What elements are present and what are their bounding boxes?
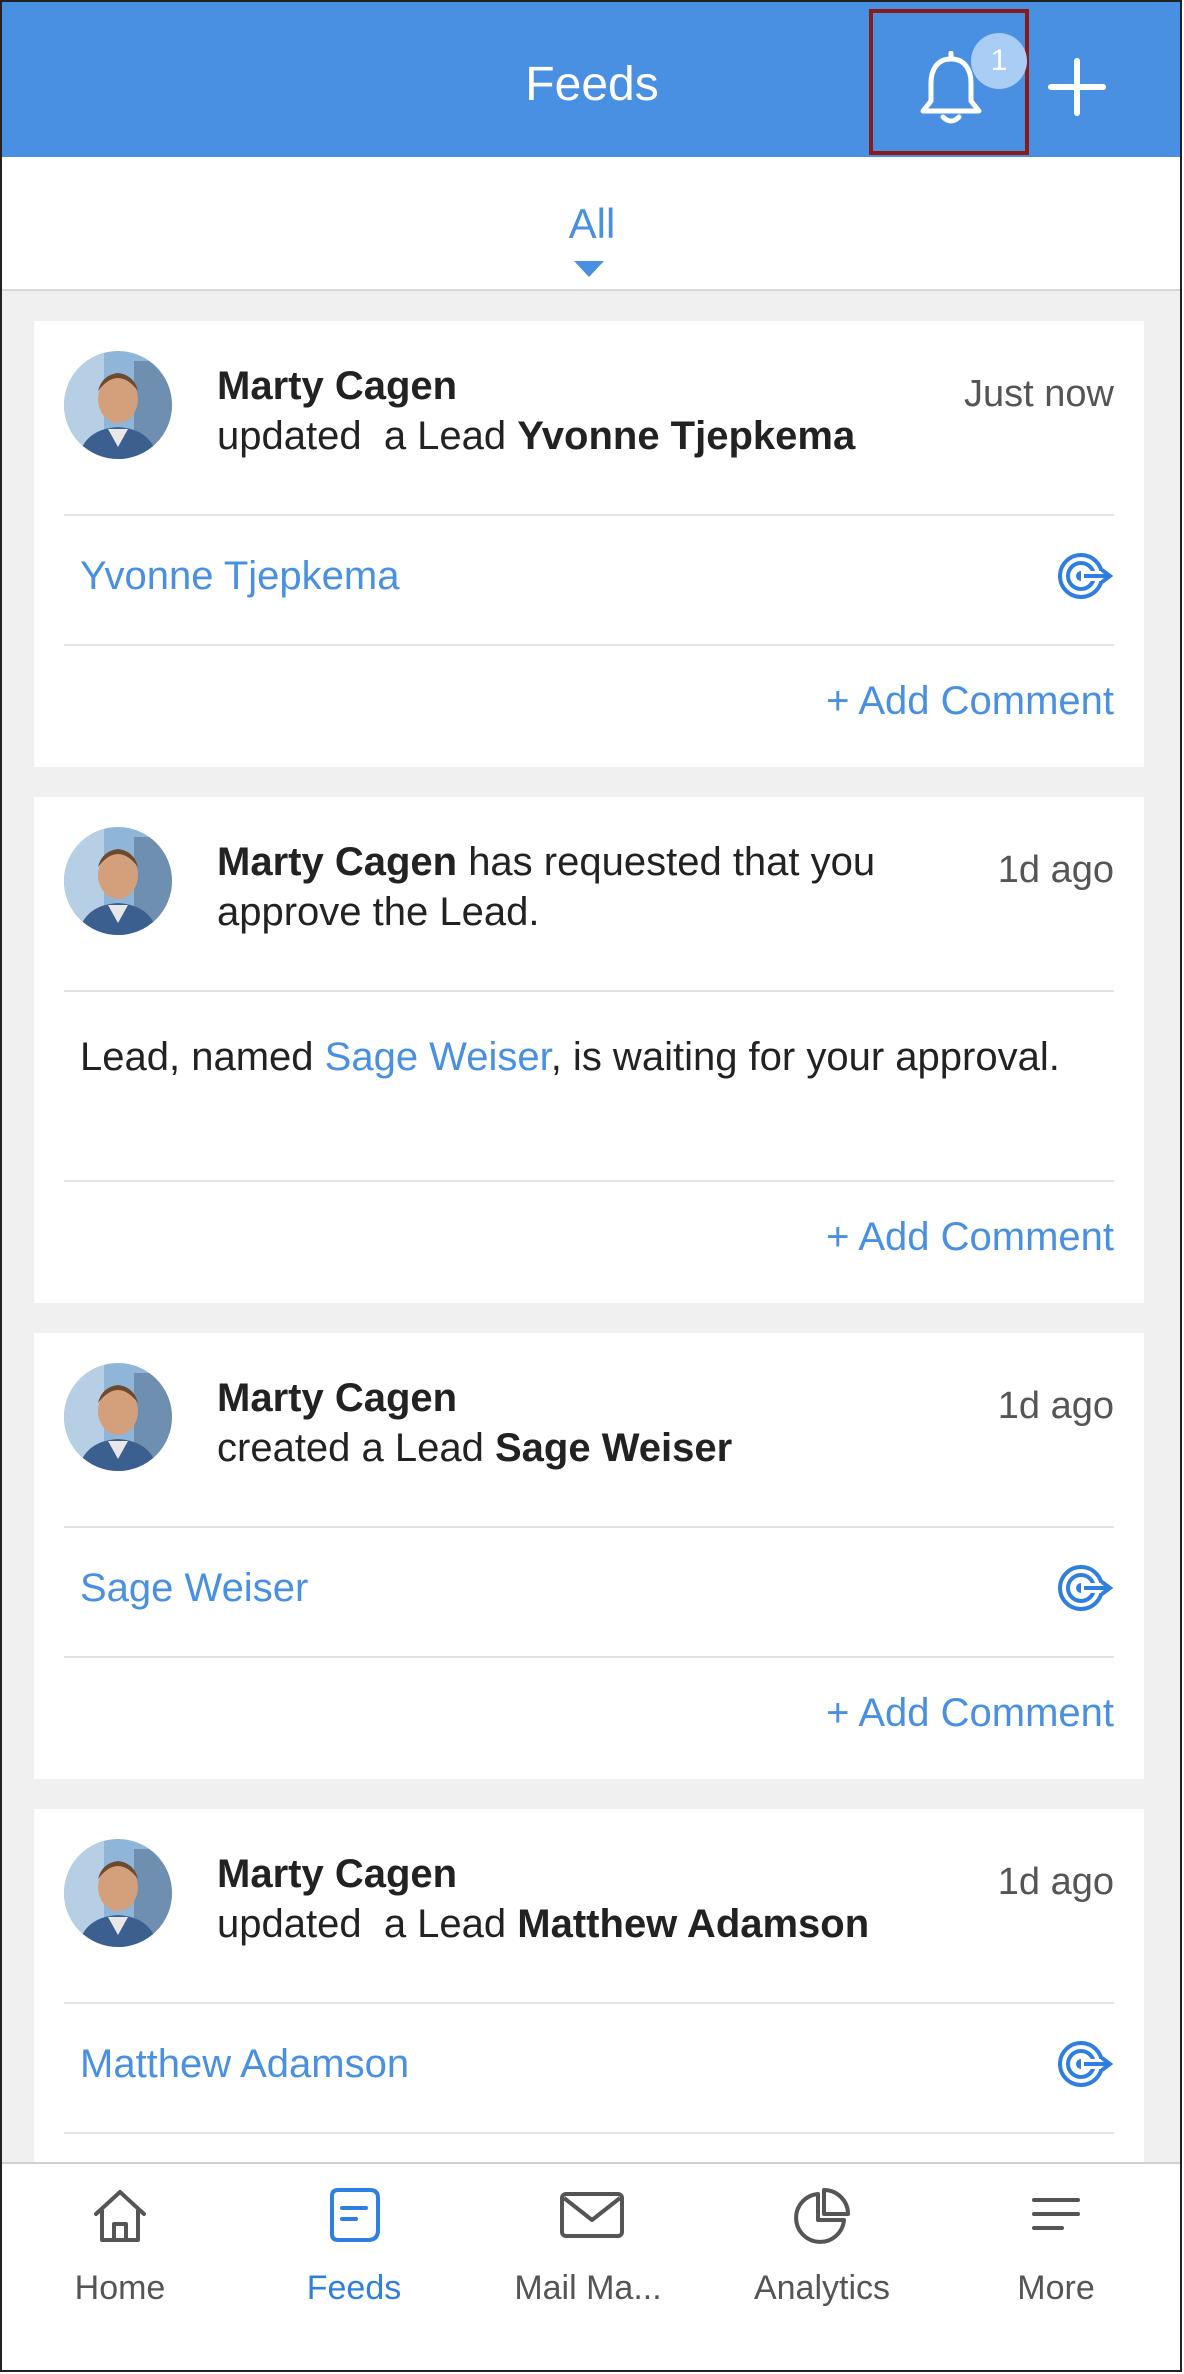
menu-icon [1032,2198,1080,2230]
feed-time: Just now [964,373,1114,415]
body-suffix: , is waiting for your approval. [550,1035,1060,1079]
divider [64,1656,1114,1658]
avatar[interactable] [64,827,172,935]
author-name[interactable]: Marty Cagen [217,840,457,884]
feed-time: 1d ago [997,1861,1114,1903]
avatar[interactable] [64,1363,172,1471]
avatar[interactable] [64,351,172,459]
filter-bar: All [2,157,1180,291]
lead-target-icon[interactable] [1056,551,1114,601]
app-frame: Feeds 1 All Marty Cagen updated a Lead Y… [0,0,1182,2372]
body-prefix: Lead, named [80,1035,325,1079]
nav-label: Feeds [306,2269,402,2307]
feed-card: Marty Cagen created a Lead Sage Weiser 1… [34,1333,1144,1779]
nav-feeds[interactable]: Feeds [236,2164,472,2370]
caret-down-icon[interactable] [574,261,604,277]
nav-home[interactable]: Home [2,2164,238,2370]
divider [64,1180,1114,1182]
notification-badge: 1 [971,33,1027,89]
feed-card: Marty Cagen updated a Lead Yvonne Tjepke… [34,321,1144,767]
divider [64,990,1114,992]
bottom-nav: Home Feeds Mail Ma... Analytics More [2,2162,1180,2370]
feed-card: Marty Cagen updated a Lead Matthew Adams… [34,1809,1144,2209]
nav-more[interactable]: More [938,2164,1174,2370]
nav-label: Mail Ma... [514,2269,662,2307]
author-name[interactable]: Marty Cagen [217,1852,457,1896]
feeds-icon [330,2188,380,2242]
feed-headline: Marty Cagen created a Lead Sage Weiser [217,1373,947,1473]
feed-body: Lead, named Sage Weiser, is waiting for … [80,1027,1104,1087]
nav-mail-marketing[interactable]: Mail Ma... [470,2164,706,2370]
lead-link[interactable]: Yvonne Tjepkema [80,551,399,601]
feed-card: Marty Cagen has requested that you appro… [34,797,1144,1303]
mail-icon [560,2192,624,2238]
plus-icon[interactable] [1047,57,1107,117]
feed-action: updated a Lead [217,1902,507,1946]
feed-headline: Marty Cagen updated a Lead Yvonne Tjepke… [217,361,947,461]
filter-all-tab[interactable]: All [2,199,1180,249]
feed-target: Matthew Adamson [517,1902,870,1946]
divider [64,1526,1114,1528]
notifications-button[interactable]: 1 [869,9,1029,155]
feed-target: Yvonne Tjepkema [517,414,856,458]
add-comment-button[interactable]: + Add Comment [826,676,1114,726]
nav-label: Home [74,2269,166,2307]
feed-time: 1d ago [997,1385,1114,1427]
add-comment-button[interactable]: + Add Comment [826,1212,1114,1262]
divider [64,644,1114,646]
avatar[interactable] [64,1839,172,1947]
feed-target: Sage Weiser [495,1426,733,1470]
feed-headline: Marty Cagen has requested that you appro… [217,837,917,937]
divider [64,2132,1114,2134]
lead-link[interactable]: Sage Weiser [80,1563,308,1613]
nav-label: More [1017,2269,1095,2307]
feed-action: updated a Lead [217,414,507,458]
nav-label: Analytics [753,2269,891,2307]
feed-headline: Marty Cagen updated a Lead Matthew Adams… [217,1849,947,1949]
feed-action: created a Lead [217,1426,484,1470]
lead-target-icon[interactable] [1056,2039,1114,2089]
lead-target-icon[interactable] [1056,1563,1114,1613]
top-bar: Feeds 1 [2,2,1180,157]
lead-link[interactable]: Matthew Adamson [80,2039,409,2089]
analytics-icon [794,2188,850,2244]
home-icon [94,2190,146,2242]
lead-link[interactable]: Sage Weiser [325,1035,551,1079]
divider [64,514,1114,516]
nav-analytics[interactable]: Analytics [704,2164,940,2370]
feed-time: 1d ago [997,849,1114,891]
divider [64,2002,1114,2004]
add-comment-button[interactable]: + Add Comment [826,1688,1114,1738]
author-name[interactable]: Marty Cagen [217,1376,457,1420]
author-name[interactable]: Marty Cagen [217,364,457,408]
